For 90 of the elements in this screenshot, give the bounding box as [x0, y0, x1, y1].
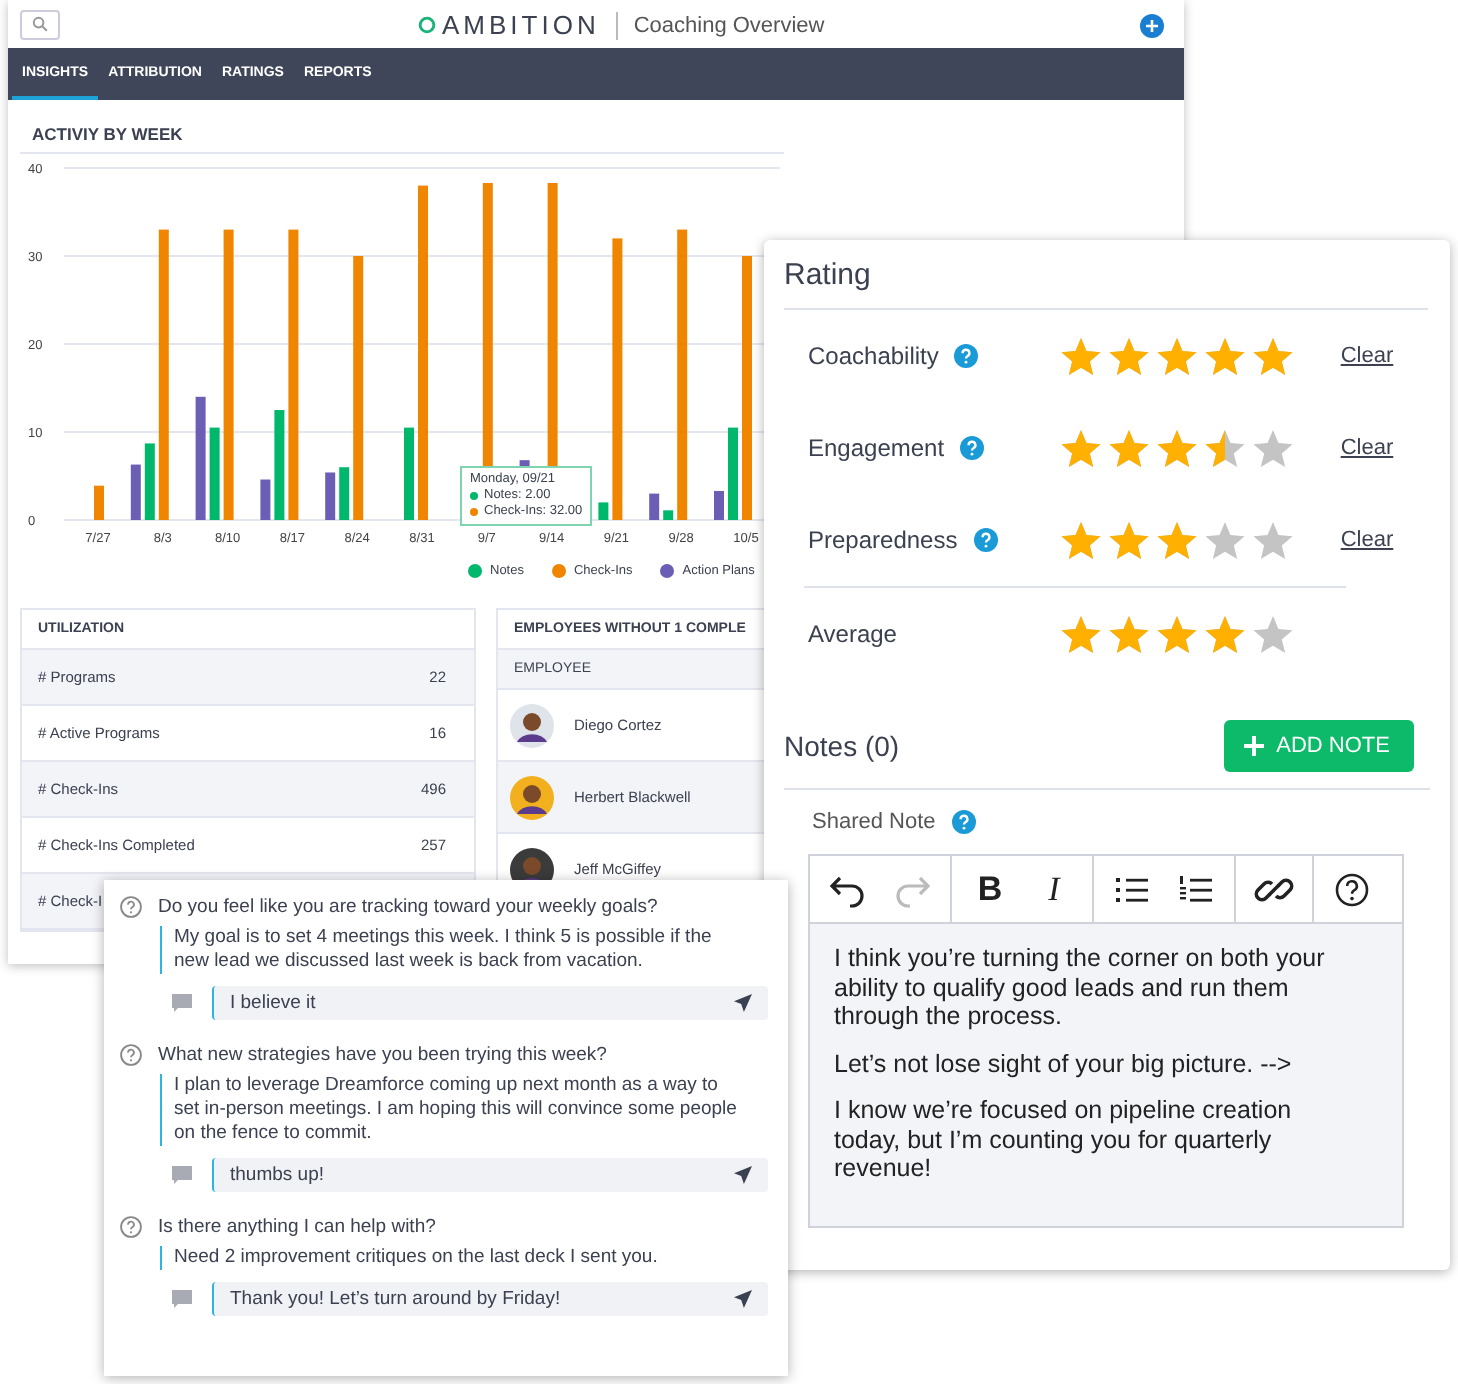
- send-icon[interactable]: [734, 1290, 752, 1308]
- reply-field[interactable]: I believe it: [212, 986, 768, 1020]
- star-icon[interactable]: [1060, 613, 1102, 655]
- bold-button[interactable]: B: [968, 869, 1012, 909]
- star-icon[interactable]: [1204, 519, 1246, 561]
- numbered-list-button[interactable]: [1174, 873, 1218, 905]
- section-title: ACTIVIY BY WEEK: [20, 124, 784, 154]
- help-icon: [120, 1216, 142, 1238]
- bar: [325, 472, 336, 520]
- star-icon[interactable]: [1156, 519, 1198, 561]
- question-text: Is there anything I can help with?: [158, 1216, 436, 1238]
- bar: [144, 443, 155, 520]
- bar: [649, 493, 660, 520]
- clear-link[interactable]: Clear: [1304, 436, 1430, 460]
- question-text: What new strategies have you been trying this week?: [158, 1044, 607, 1066]
- note-editor[interactable]: [808, 854, 1404, 1228]
- panel-title: Rating: [784, 240, 1428, 310]
- search-icon: [32, 16, 48, 32]
- bar: [404, 427, 414, 520]
- note-paragraph: I think you’re turning the corner on both your ability to qualify good leads and run them through the process.: [834, 944, 1327, 1031]
- answer-text: Need 2 improvement critiques on the last deck I sent you.: [160, 1246, 740, 1270]
- rating-label: Engagement: [808, 434, 945, 462]
- note-paragraph: Let’s not lose sight of your big picture. -->: [834, 1049, 1294, 1078]
- italic-button[interactable]: I: [1032, 869, 1076, 909]
- note-paragraph: I know we’re focused on pipeline creation today, but I’m counting you for quarterly revenue!: [834, 1096, 1294, 1183]
- reply-field[interactable]: Thank you! Let’s turn around by Friday!: [212, 1282, 768, 1316]
- star-icon[interactable]: [1060, 427, 1102, 469]
- reply-field[interactable]: thumbs up!: [212, 1158, 768, 1192]
- field-label: Shared Note: [812, 810, 936, 834]
- star-icon[interactable]: [1204, 613, 1246, 655]
- star-icon[interactable]: [1252, 613, 1294, 655]
- app-logo: AMBITION: [442, 10, 600, 40]
- comment-icon: [172, 1166, 192, 1184]
- avatar: [510, 703, 554, 747]
- comment-icon: [172, 1290, 192, 1308]
- answer-text: My goal is to set 4 meetings this week. I think 5 is possible if the new lead we discussed last week is back from vacation.: [160, 926, 740, 974]
- comment-icon: [172, 994, 192, 1012]
- search-button[interactable]: [20, 9, 60, 39]
- help-icon[interactable]: [973, 528, 998, 552]
- bullet-list-button[interactable]: [1110, 873, 1154, 905]
- star-icon[interactable]: [1156, 427, 1198, 469]
- legend-dot: [551, 564, 566, 578]
- rating-label: Coachability: [808, 342, 939, 370]
- avatar: [510, 775, 554, 819]
- star-icon[interactable]: [1156, 613, 1198, 655]
- logo-icon: [418, 16, 436, 34]
- help-icon[interactable]: [951, 810, 976, 834]
- bar: [260, 479, 271, 520]
- answer-text: I plan to leverage Dreamforce coming up next month as a way to set in-person meetings. I am hoping this will convince some people on the fence to commit.: [160, 1074, 740, 1146]
- bar: [663, 510, 674, 520]
- star-icon[interactable]: [1156, 335, 1198, 377]
- notes-title: Notes (0): [784, 730, 900, 762]
- plus-icon: [1244, 736, 1265, 756]
- star-icon[interactable]: [1204, 335, 1246, 377]
- star-icon[interactable]: [1108, 519, 1150, 561]
- clear-link[interactable]: Clear: [1304, 344, 1430, 368]
- star-icon[interactable]: [1204, 427, 1246, 469]
- legend-dot: [468, 564, 482, 578]
- send-icon[interactable]: [734, 1166, 752, 1184]
- clear-link[interactable]: Clear: [1304, 528, 1430, 552]
- legend-dot: [660, 564, 675, 578]
- help-button[interactable]: [1330, 871, 1374, 907]
- star-icon[interactable]: [1108, 335, 1150, 377]
- undo-button[interactable]: [826, 871, 870, 907]
- star-icon[interactable]: [1252, 335, 1294, 377]
- bar: [195, 396, 206, 520]
- bar: [728, 427, 738, 520]
- page-title: Coaching Overview: [633, 13, 825, 37]
- bar: [94, 485, 104, 520]
- bar: [209, 427, 220, 520]
- bar: [714, 490, 724, 520]
- help-icon: [120, 896, 142, 918]
- star-icon[interactable]: [1252, 427, 1294, 469]
- bar: [130, 464, 141, 520]
- help-icon: [120, 1044, 142, 1066]
- rating-label: Average: [808, 620, 897, 648]
- help-icon[interactable]: [954, 344, 979, 368]
- bar: [274, 410, 285, 520]
- bar: [339, 467, 350, 520]
- question-text: Do you feel like you are tracking toward your weekly goals?: [158, 896, 658, 918]
- star-icon[interactable]: [1060, 519, 1102, 561]
- help-icon[interactable]: [960, 436, 985, 460]
- star-icon[interactable]: [1108, 613, 1150, 655]
- star-icon[interactable]: [1060, 335, 1102, 377]
- bar: [598, 502, 609, 520]
- rating-label: Preparedness: [808, 526, 958, 554]
- star-icon[interactable]: [1252, 519, 1294, 561]
- star-icon[interactable]: [1108, 427, 1150, 469]
- add-icon[interactable]: [1140, 14, 1164, 38]
- send-icon[interactable]: [734, 994, 752, 1012]
